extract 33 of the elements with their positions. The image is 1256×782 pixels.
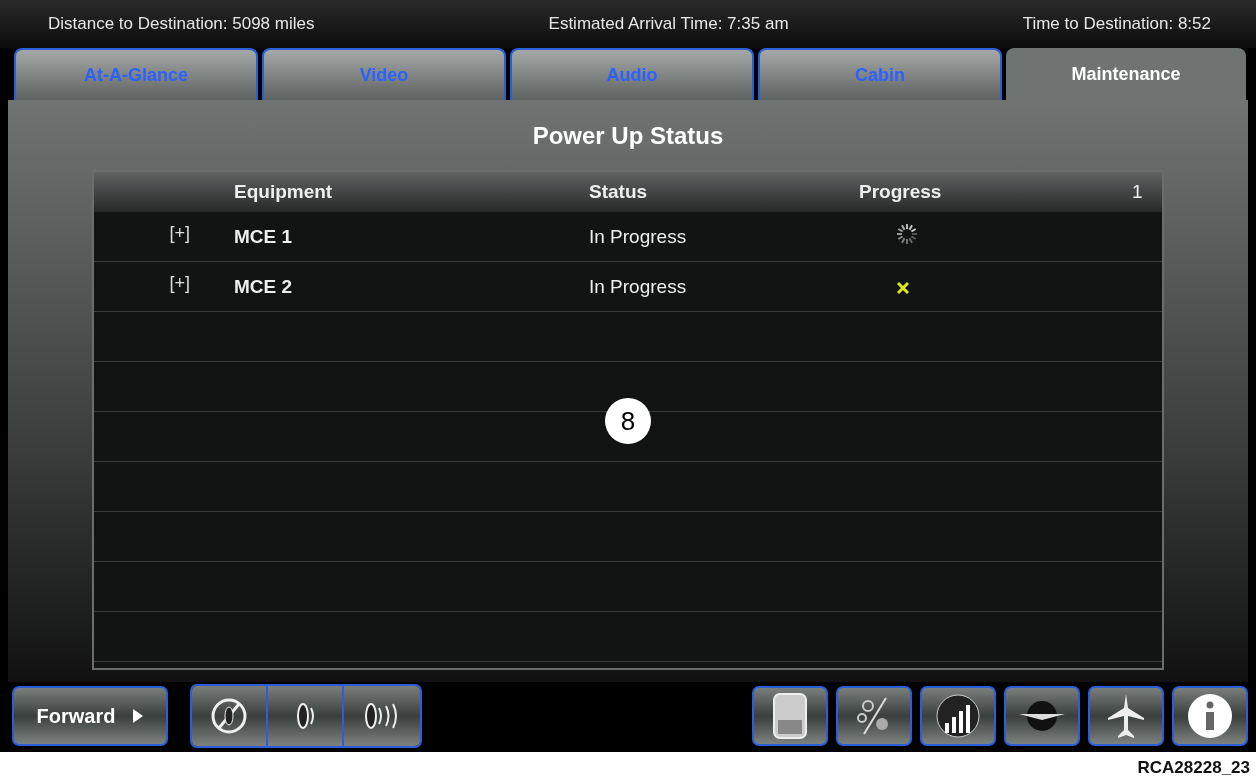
forward-button[interactable]: Forward [12, 686, 168, 746]
column-header: Equipment [234, 181, 333, 203]
mute-button[interactable] [192, 686, 268, 746]
column-header: Progress [859, 181, 942, 203]
arrival-text: Estimated Arrival Time: 7:35 am [548, 14, 789, 34]
play-arrow-icon [133, 709, 144, 723]
bar-graph-globe-icon [935, 693, 981, 739]
column-header: Status [589, 181, 648, 203]
lighting-button[interactable] [920, 686, 996, 746]
time-left-text: Time to Destination: 8:52 [1022, 14, 1211, 34]
window-shade-button[interactable] [752, 686, 828, 746]
volume-down-button[interactable] [268, 686, 344, 746]
distance-text: Distance to Destination: 5098 miles [48, 14, 315, 34]
info-icon [1187, 693, 1233, 739]
volume-up-button[interactable] [344, 686, 420, 746]
expand-toggle[interactable]: [+] [169, 223, 190, 244]
spinner-icon [895, 222, 919, 246]
window-icon [772, 692, 808, 740]
expand-toggle[interactable]: [+] [169, 273, 190, 294]
figure-id: RCA28228_23 [1137, 758, 1250, 778]
table-cell: In Progress [589, 225, 687, 248]
climate-button[interactable] [836, 686, 912, 746]
page-number: 1 [1132, 181, 1143, 203]
tab[interactable]: Maintenance [1006, 48, 1246, 100]
panel-title: Power Up Status [532, 122, 724, 150]
info-button[interactable] [1172, 686, 1248, 746]
airplane-button[interactable] [1088, 686, 1164, 746]
table-cell: In Progress [589, 275, 687, 298]
moving-map-button[interactable] [1004, 686, 1080, 746]
cross-icon [895, 280, 911, 296]
table-cell: MCE 1 [234, 225, 293, 248]
mute-icon [209, 696, 249, 736]
table-cell: MCE 2 [234, 275, 293, 298]
